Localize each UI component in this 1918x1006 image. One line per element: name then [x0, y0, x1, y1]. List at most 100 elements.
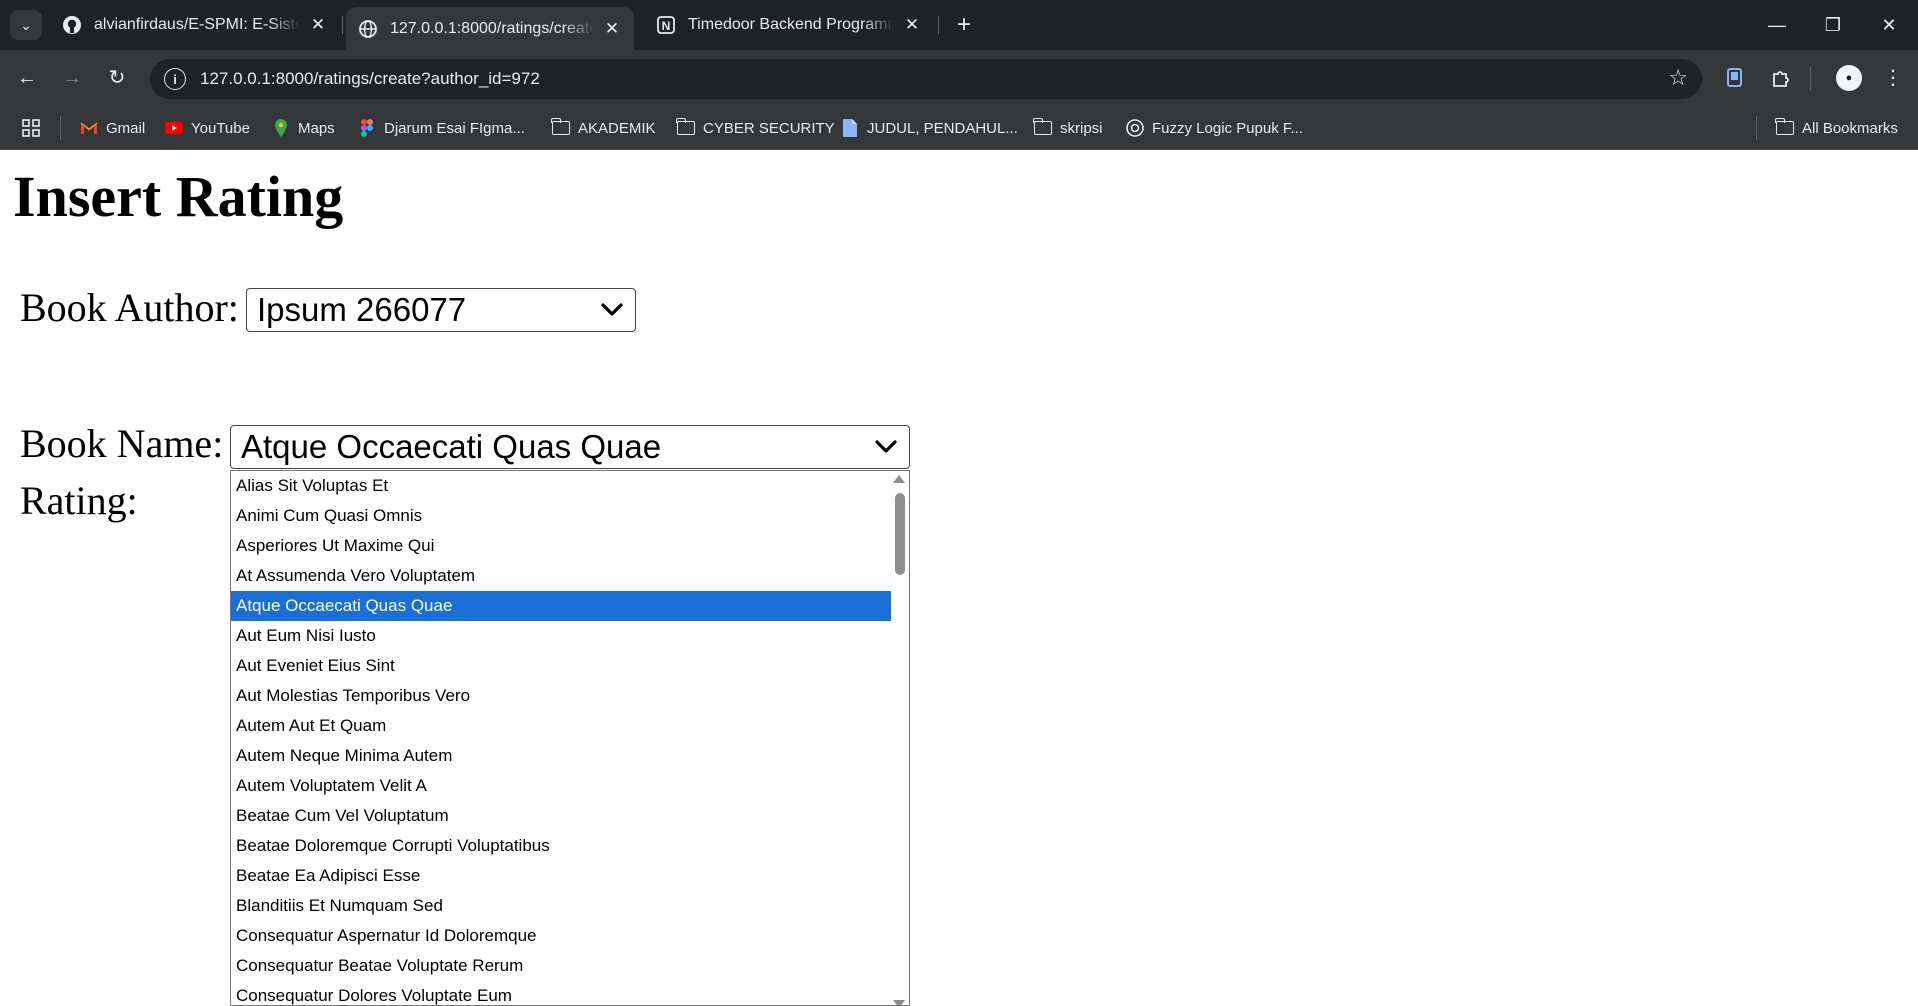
tab-search-button[interactable]: ⌄ — [10, 10, 42, 40]
book-name-select[interactable]: Atque Occaecati Quas Quae — [230, 425, 910, 469]
close-window-button[interactable]: ✕ — [1874, 10, 1904, 40]
figma-icon — [358, 119, 376, 137]
dropdown-option[interactable]: Autem Neque Minima Autem — [231, 741, 891, 771]
dropdown-option[interactable]: Atque Occaecati Quas Quae — [231, 591, 891, 621]
tab-divider — [938, 16, 939, 34]
author-label: Book Author: — [20, 285, 239, 330]
notion-icon: N — [656, 15, 676, 35]
tab-strip: ⌄ alvianfirdaus/E-SPMI: E-Sistem Penjami… — [0, 0, 1918, 50]
bookmark-star-icon[interactable]: ☆ — [1668, 65, 1688, 91]
new-tab-button[interactable]: + — [950, 11, 978, 39]
close-icon[interactable]: ✕ — [308, 15, 328, 35]
bookmark-label: CYBER SECURITY — [703, 119, 835, 137]
openai-icon — [1126, 119, 1144, 137]
maps-icon — [272, 119, 290, 137]
tab-github[interactable]: alvianfirdaus/E-SPMI: E-Sistem Penjamina… — [50, 7, 340, 43]
dropdown-option[interactable]: Autem Voluptatem Velit A — [231, 771, 891, 801]
tab-title: 127.0.0.1:8000/ratings/create?author_id=… — [390, 19, 594, 37]
dropdown-option[interactable]: Autem Aut Et Quam — [231, 711, 891, 741]
option-list: Alias Sit Voluptas Et Animi Cum Quasi Omn… — [231, 471, 909, 1005]
github-icon — [62, 15, 82, 35]
bookmark-figma[interactable]: Djarum Esai FIgma... — [358, 116, 525, 140]
apps-grid-icon[interactable] — [22, 116, 40, 140]
folder-icon — [1775, 118, 1794, 137]
dropdown-option[interactable]: Aut Eum Nisi Iusto — [231, 621, 891, 651]
menu-kebab-icon[interactable]: ⋮ — [1878, 63, 1908, 93]
bookmark-fuzzy-logic[interactable]: Fuzzy Logic Pupuk F... — [1126, 116, 1303, 140]
bookmark-akademik[interactable]: AKADEMIK — [551, 116, 656, 140]
dropdown-option[interactable]: Animi Cum Quasi Omnis — [231, 501, 891, 531]
gmail-icon — [80, 119, 98, 137]
folder-icon — [676, 118, 695, 137]
scrollbar[interactable] — [891, 471, 909, 1005]
bookmark-label: YouTube — [191, 119, 250, 137]
svg-text:N: N — [662, 19, 671, 33]
bookmark-maps[interactable]: Maps — [272, 116, 335, 140]
back-button[interactable]: ← — [12, 63, 42, 93]
url-text[interactable]: 127.0.0.1:8000/ratings/create?author_id=… — [200, 69, 540, 89]
forward-button[interactable]: → — [57, 63, 87, 93]
close-icon[interactable]: ✕ — [602, 19, 622, 39]
dropdown-option[interactable]: Consequatur Beatae Voluptate Rerum — [231, 951, 891, 981]
dropdown-option[interactable]: Consequatur Aspernatur Id Doloremque — [231, 921, 891, 951]
chevron-down-icon: ⌄ — [20, 16, 32, 33]
tab-title: Timedoor Backend Programming — [688, 16, 894, 33]
dropdown-option[interactable]: Consequatur Dolores Voluptate Eum — [231, 981, 891, 1005]
bookmarks-divider — [60, 116, 61, 140]
book-name-dropdown-list[interactable]: Alias Sit Voluptas Et Animi Cum Quasi Omn… — [230, 470, 910, 1006]
author-select[interactable]: Ipsum 266077 — [246, 288, 636, 332]
page-title: Insert Rating — [13, 164, 344, 229]
dropdown-option[interactable]: Asperiores Ut Maxime Qui — [231, 531, 891, 561]
tab-title: alvianfirdaus/E-SPMI: E-Sistem Penjamina… — [94, 16, 300, 33]
toolbar-divider — [1810, 66, 1811, 90]
browser-toolbar: ← → ↻ i 127.0.0.1:8000/ratings/create?au… — [0, 50, 1918, 106]
folder-icon — [1033, 118, 1052, 137]
dropdown-option[interactable]: Beatae Doloremque Corrupti Voluptatibus — [231, 831, 891, 861]
dropdown-option[interactable]: Aut Molestias Temporibus Vero — [231, 681, 891, 711]
reload-button[interactable]: ↻ — [102, 63, 132, 93]
chevron-down-icon — [875, 440, 897, 453]
bookmark-label: Fuzzy Logic Pupuk F... — [1152, 119, 1303, 137]
bookmark-judul[interactable]: JUDUL, PENDAHUL... — [841, 116, 1018, 140]
bookmark-label: JUDUL, PENDAHUL... — [867, 119, 1018, 137]
dropdown-option[interactable]: Beatae Cum Vel Voluptatum — [231, 801, 891, 831]
doc-icon — [841, 119, 859, 137]
bookmarks-divider — [1756, 116, 1757, 140]
minimize-button[interactable]: — — [1762, 10, 1792, 40]
address-bar[interactable]: i 127.0.0.1:8000/ratings/create?author_i… — [150, 59, 1702, 99]
dropdown-option[interactable]: Aut Eveniet Eius Sint — [231, 651, 891, 681]
folder-icon — [551, 118, 570, 137]
bookmark-label: All Bookmarks — [1802, 119, 1898, 137]
bookmark-label: skripsi — [1060, 119, 1103, 137]
bookmark-cyber-security[interactable]: CYBER SECURITY — [676, 116, 835, 140]
restore-button[interactable]: ❐ — [1818, 10, 1848, 40]
author-selected-value: Ipsum 266077 — [257, 291, 467, 328]
tab-timedoor[interactable]: N Timedoor Backend Programming ✕ — [644, 7, 934, 43]
reading-list-icon[interactable] — [1720, 63, 1750, 93]
bookmark-gmail[interactable]: Gmail — [80, 116, 145, 140]
profile-avatar[interactable]: ● — [1836, 65, 1862, 91]
bookmark-youtube[interactable]: YouTube — [165, 116, 250, 140]
dropdown-option[interactable]: Alias Sit Voluptas Et — [231, 471, 891, 501]
youtube-icon — [165, 119, 183, 137]
close-icon[interactable]: ✕ — [902, 15, 922, 35]
scroll-up-arrow-icon[interactable] — [893, 475, 905, 483]
book-selected-value: Atque Occaecati Quas Quae — [241, 428, 662, 465]
bookmark-label: AKADEMIK — [578, 119, 656, 137]
book-name-label: Book Name: — [20, 421, 224, 466]
bookmark-label: Djarum Esai FIgma... — [384, 119, 525, 137]
bookmark-label: Gmail — [106, 119, 146, 137]
scrollbar-thumb[interactable] — [895, 493, 905, 575]
site-info-icon[interactable]: i — [164, 68, 186, 90]
tab-divider — [342, 16, 343, 34]
tab-ratings-create[interactable]: 127.0.0.1:8000/ratings/create?author_id=… — [346, 7, 634, 50]
bookmarks-bar: Gmail YouTube Maps Djarum Esai FIgma... … — [0, 106, 1918, 150]
bookmark-label: Maps — [298, 119, 335, 137]
dropdown-option[interactable]: Beatae Ea Adipisci Esse — [231, 861, 891, 891]
dropdown-option[interactable]: At Assumenda Vero Voluptatem — [231, 561, 891, 591]
extensions-icon[interactable] — [1766, 63, 1796, 93]
chevron-down-icon — [601, 303, 623, 316]
dropdown-option[interactable]: Blanditiis Et Numquam Sed — [231, 891, 891, 921]
all-bookmarks-button[interactable]: All Bookmarks — [1775, 116, 1898, 140]
bookmark-skripsi[interactable]: skripsi — [1033, 116, 1103, 140]
